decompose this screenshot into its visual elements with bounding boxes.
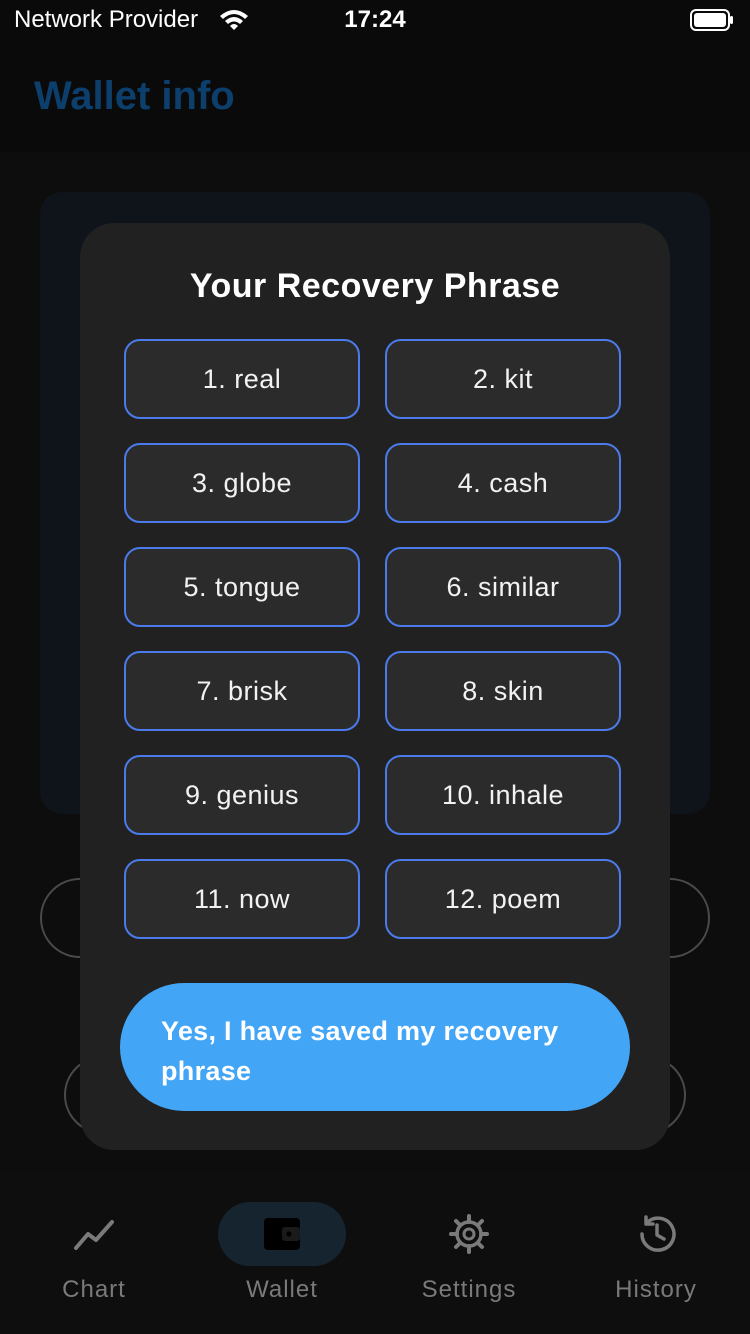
gear-icon: [449, 1214, 489, 1254]
nav-item-chart[interactable]: Chart: [0, 1172, 188, 1334]
nav-item-settings[interactable]: Settings: [375, 1172, 563, 1334]
recovery-word: 10. inhale: [385, 755, 621, 835]
recovery-word: 5. tongue: [124, 547, 360, 627]
nav-label-wallet: Wallet: [246, 1276, 318, 1303]
nav-item-history[interactable]: History: [562, 1172, 750, 1334]
recovery-word: 4. cash: [385, 443, 621, 523]
battery-icon: [690, 9, 733, 31]
nav-label-settings: Settings: [421, 1276, 517, 1303]
recovery-word: 3. globe: [124, 443, 360, 523]
recovery-phrase-dialog: Your Recovery Phrase 1. real 2. kit 3. g…: [80, 223, 670, 1150]
recovery-word: 1. real: [124, 339, 360, 419]
history-icon: [640, 1215, 676, 1252]
recovery-word: 8. skin: [385, 651, 621, 731]
recovery-word: 2. kit: [385, 339, 621, 419]
recovery-word: 12. poem: [385, 859, 621, 939]
status-time: 17:24: [344, 6, 406, 33]
chart-line-icon: [74, 1220, 114, 1250]
confirm-saved-label-line2: phrase: [161, 1056, 252, 1086]
wallet-icon: [264, 1218, 300, 1250]
status-bar: Network Provider 17:24: [0, 0, 750, 42]
app-bar: Wallet info: [0, 42, 750, 152]
confirm-saved-label-line1: Yes, I have saved my recovery: [161, 1016, 559, 1046]
recovery-word: 11. now: [124, 859, 360, 939]
dialog-title: Your Recovery Phrase: [189, 267, 561, 305]
recovery-word: 9. genius: [124, 755, 360, 835]
recovery-word: 7. brisk: [124, 651, 360, 731]
recovery-word: 6. similar: [385, 547, 621, 627]
nav-item-wallet[interactable]: Wallet: [188, 1172, 376, 1334]
confirm-saved-button[interactable]: Yes, I have saved my recovery phrase: [120, 983, 630, 1111]
nav-label-chart: Chart: [62, 1276, 126, 1303]
bottom-navigation: Chart Wallet Settings History: [0, 1172, 750, 1334]
nav-label-history: History: [615, 1276, 697, 1303]
page-title: Wallet info: [34, 74, 235, 118]
